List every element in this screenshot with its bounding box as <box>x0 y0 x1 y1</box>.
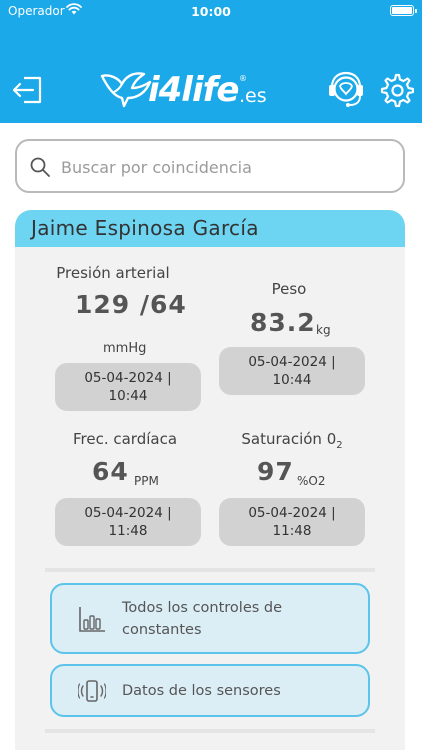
app-header: Operador 10:00 i4life ® .es <box>0 0 422 123</box>
app-logo: i4life ® .es <box>100 66 280 112</box>
status-time: 10:00 <box>191 4 231 19</box>
weight-date: 05-04-2024 | <box>248 354 336 370</box>
saturation-date: 05-04-2024 | <box>248 505 336 521</box>
weight-value: 83.2 <box>250 308 316 337</box>
blood-pressure-unit: mmHg <box>103 341 147 356</box>
brand-domain: .es <box>239 85 267 107</box>
blood-pressure-time: 10:44 <box>108 388 148 404</box>
battery-icon <box>390 5 417 16</box>
sensor-data-button[interactable]: Datos de los sensores <box>50 664 370 717</box>
blood-pressure-label: Presión arterial <box>56 264 170 282</box>
hummingbird-logo-icon <box>100 72 152 108</box>
weight-unit: kg <box>316 323 331 337</box>
heart-rate-time: 11:48 <box>108 523 148 539</box>
heart-rate-unit: PPM <box>134 474 159 488</box>
saturation-value: 97 <box>257 457 294 486</box>
gear-icon[interactable] <box>378 72 414 108</box>
heart-rate-date-pill[interactable]: 05-04-2024 | 11:48 <box>55 498 201 546</box>
bar-chart-icon <box>79 607 105 632</box>
patient-name: Jaime Espinosa García <box>31 216 259 240</box>
saturation-unit: %O2 <box>297 474 326 488</box>
status-bar: Operador 10:00 <box>0 0 422 22</box>
logout-icon[interactable] <box>10 75 44 105</box>
saturation-label: Saturación 02 <box>219 430 365 451</box>
sensor-data-label: Datos de los sensores <box>122 683 281 699</box>
saturation-time: 11:48 <box>272 523 312 539</box>
all-controls-label-line2: constantes <box>122 622 202 638</box>
saturation-label-text: Saturación 0 <box>241 430 337 448</box>
blood-pressure-value: 129 /64 <box>75 290 187 319</box>
all-controls-label: Todos los controles de constantes <box>122 597 282 641</box>
patient-card: Jaime Espinosa García Presión arterial 1… <box>15 210 405 750</box>
brand-name: i4life <box>148 70 239 110</box>
search-input[interactable] <box>61 153 391 181</box>
search-box[interactable] <box>15 139 405 193</box>
all-controls-label-line1: Todos los controles de <box>122 600 283 616</box>
search-icon <box>30 157 50 177</box>
section-divider <box>45 568 375 572</box>
weight-label: Peso <box>271 280 307 298</box>
section-divider-bottom <box>45 729 375 733</box>
support-headset-icon[interactable] <box>326 70 366 110</box>
weight-date-pill[interactable]: 05-04-2024 | 10:44 <box>219 347 365 395</box>
heart-rate-label: Frec. cardíaca <box>72 430 178 448</box>
vibrating-phone-icon <box>78 680 106 702</box>
patient-card-header[interactable]: Jaime Espinosa García <box>15 210 405 247</box>
heart-rate-date: 05-04-2024 | <box>84 505 172 521</box>
heart-rate-value: 64 <box>92 457 129 486</box>
blood-pressure-date: 05-04-2024 | <box>84 370 172 386</box>
all-controls-button[interactable]: Todos los controles de constantes <box>50 583 370 654</box>
blood-pressure-date-pill[interactable]: 05-04-2024 | 10:44 <box>55 363 201 411</box>
weight-time: 10:44 <box>272 372 312 388</box>
saturation-label-subscript: 2 <box>336 440 343 451</box>
saturation-date-pill[interactable]: 05-04-2024 | 11:48 <box>219 498 365 546</box>
brand-registered-mark: ® <box>239 74 247 83</box>
